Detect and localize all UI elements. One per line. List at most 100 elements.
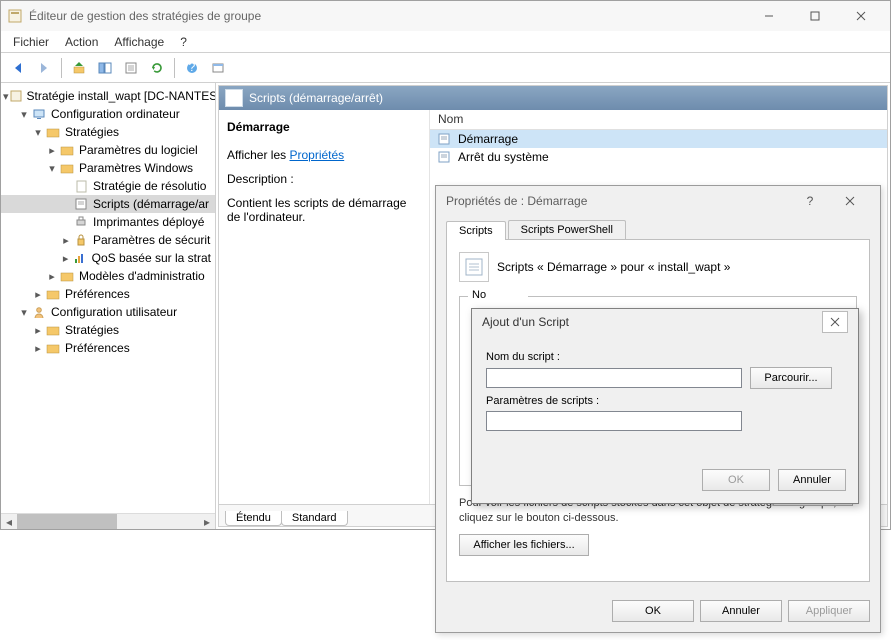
tree-expander[interactable]: ▸ [31, 324, 45, 337]
properties-tabs: Scripts Scripts PowerShell [446, 220, 870, 240]
tree-expander[interactable]: ▸ [31, 288, 45, 301]
tree-expander[interactable]: ▾ [45, 162, 59, 175]
list-item-label: Arrêt du système [458, 150, 549, 164]
close-button[interactable] [822, 311, 848, 333]
scripts-heading: Scripts « Démarrage » pour « install_wap… [497, 260, 730, 274]
list-item-startup[interactable]: Démarrage [430, 130, 887, 148]
script-params-input[interactable] [486, 411, 742, 431]
tree-label: Configuration utilisateur [51, 305, 177, 319]
tree-printers[interactable]: Imprimantes déployé [1, 213, 215, 231]
tree-expander[interactable]: ▸ [59, 234, 73, 247]
ok-button[interactable]: OK [702, 469, 770, 491]
scroll-right-button[interactable]: ▸ [199, 514, 215, 529]
svg-text:?: ? [189, 61, 196, 74]
menu-file[interactable]: Fichier [5, 33, 57, 51]
tree-user-policies[interactable]: ▸Stratégies [1, 321, 215, 339]
help-button[interactable]: ? [181, 57, 203, 79]
tree-label: Paramètres de sécurit [93, 233, 210, 247]
add-script-dialog: Ajout d'un Script Nom du script : Parcou… [471, 308, 859, 504]
tree-expander[interactable]: ▸ [59, 252, 72, 265]
ok-button[interactable]: OK [612, 600, 694, 622]
cancel-button[interactable]: Annuler [778, 469, 846, 491]
folder-icon [59, 142, 75, 158]
tree-windows-settings[interactable]: ▾ Paramètres Windows [1, 159, 215, 177]
tree-computer-config[interactable]: ▾Configuration ordinateur [1, 105, 215, 123]
tree-label: Paramètres du logiciel [79, 143, 198, 157]
tree-label: Paramètres Windows [79, 161, 193, 175]
tab-scripts[interactable]: Scripts [446, 221, 506, 240]
refresh-button[interactable] [146, 57, 168, 79]
options-button[interactable] [207, 57, 229, 79]
tree-label: Préférences [65, 341, 130, 355]
tree-expander[interactable]: ▾ [17, 108, 31, 121]
tree-software-settings[interactable]: ▸ Paramètres du logiciel [1, 141, 215, 159]
folder-icon [59, 268, 75, 284]
back-button[interactable] [7, 57, 29, 79]
tree-label: Stratégie install_wapt [DC-NANTES. [27, 89, 215, 103]
list-item-label: Démarrage [458, 132, 518, 146]
script-icon [73, 196, 89, 212]
menu-help[interactable]: ? [172, 33, 195, 51]
forward-button[interactable] [33, 57, 55, 79]
tree-policies[interactable]: ▾ Stratégies [1, 123, 215, 141]
column-header-name[interactable]: Nom [430, 110, 887, 130]
tab-extended[interactable]: Étendu [225, 511, 282, 526]
tree-qos[interactable]: ▸QoS basée sur la strat [1, 249, 215, 267]
console-tree[interactable]: ▾Stratégie install_wapt [DC-NANTES. ▾Con… [1, 83, 216, 529]
tree-expander[interactable]: ▾ [17, 306, 31, 319]
menu-view[interactable]: Affichage [106, 33, 172, 51]
tab-powershell[interactable]: Scripts PowerShell [508, 220, 626, 239]
menubar: Fichier Action Affichage ? [1, 31, 890, 53]
script-icon [459, 252, 489, 282]
titlebar: Éditeur de gestion des stratégies de gro… [1, 1, 890, 31]
tree-expander[interactable]: ▸ [45, 270, 59, 283]
details-header: Scripts (démarrage/arrêt) [219, 86, 887, 110]
user-icon [31, 304, 47, 320]
tree-label: Scripts (démarrage/ar [93, 197, 209, 211]
up-button[interactable] [68, 57, 90, 79]
scroll-thumb[interactable] [17, 514, 117, 529]
folder-icon [45, 322, 61, 338]
browse-button[interactable]: Parcourir... [750, 367, 832, 389]
description-label: Description : [227, 172, 421, 186]
tree-hscrollbar[interactable]: ◂ ▸ [1, 513, 215, 529]
list-item-shutdown[interactable]: Arrêt du système [430, 148, 887, 166]
folder-icon [45, 124, 61, 140]
tree-expander[interactable]: ▾ [31, 126, 45, 139]
tree-admin-templates[interactable]: ▸ Modèles d'administratio [1, 267, 215, 285]
show-files-button[interactable]: Afficher les fichiers... [459, 534, 589, 556]
close-button[interactable] [830, 186, 870, 216]
show-hide-tree-button[interactable] [94, 57, 116, 79]
page-icon [73, 178, 89, 194]
tree-expander[interactable]: ▸ [45, 144, 59, 157]
apply-button[interactable]: Appliquer [788, 600, 870, 622]
tree-label: Modèles d'administratio [79, 269, 205, 283]
minimize-button[interactable] [746, 1, 792, 31]
scroll-left-button[interactable]: ◂ [1, 514, 17, 529]
tab-standard[interactable]: Standard [281, 511, 348, 526]
tree-root[interactable]: ▾Stratégie install_wapt [DC-NANTES. [1, 87, 215, 105]
tree-user-config[interactable]: ▾ Configuration utilisateur [1, 303, 215, 321]
description-text: Contient les scripts de démarrage de l'o… [227, 196, 421, 224]
menu-action[interactable]: Action [57, 33, 106, 51]
tree-name-resolution[interactable]: Stratégie de résolutio [1, 177, 215, 195]
details-title: Scripts (démarrage/arrêt) [249, 91, 383, 105]
close-button[interactable] [838, 1, 884, 31]
maximize-button[interactable] [792, 1, 838, 31]
properties-button[interactable] [120, 57, 142, 79]
tree-label: Préférences [65, 287, 130, 301]
policy-icon [9, 88, 23, 104]
tree-scripts[interactable]: Scripts (démarrage/ar [1, 195, 215, 213]
help-button[interactable]: ? [790, 186, 830, 216]
tree-label: Stratégies [65, 125, 119, 139]
script-name-input[interactable] [486, 368, 742, 388]
cancel-button[interactable]: Annuler [700, 600, 782, 622]
tree-security[interactable]: ▸ Paramètres de sécurit [1, 231, 215, 249]
tree-user-preferences[interactable]: ▸ Préférences [1, 339, 215, 357]
tree-preferences[interactable]: ▸ Préférences [1, 285, 215, 303]
properties-link[interactable]: Propriétés [289, 148, 344, 162]
script-icon [436, 131, 452, 147]
tree-expander[interactable]: ▸ [31, 342, 45, 355]
script-name-label: Nom du script : [486, 351, 844, 363]
label-show: Afficher les [227, 148, 289, 162]
